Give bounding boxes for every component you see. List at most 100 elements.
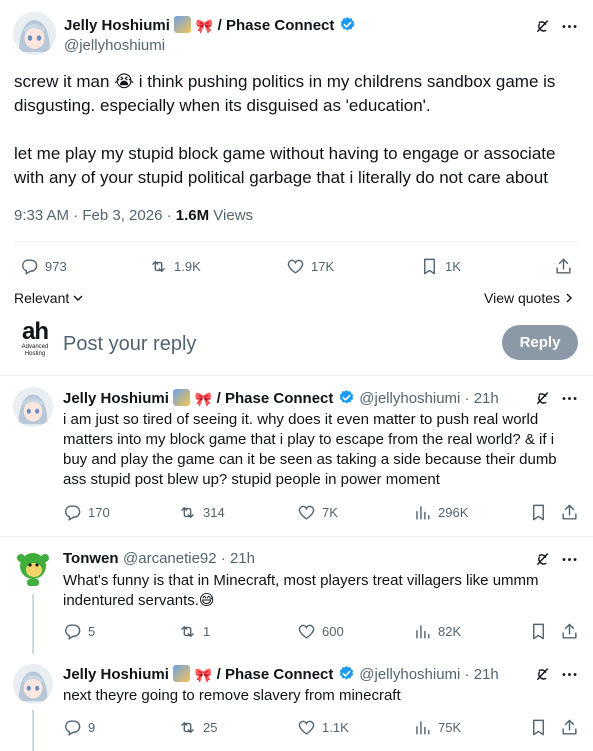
bookmark-icon[interactable] [529,503,548,527]
reply-count: 5 [88,624,96,639]
main-post-meta: 9:33 AM · Feb 3, 2026 · 1.6M Views [14,207,253,224]
share-icon[interactable] [560,503,579,527]
reply3-text: next theyre going to remove slavery from… [63,686,583,706]
reply1-author-row: Jelly Hoshiumi 🎀 / Phase Connect @jellyh… [63,389,499,408]
repost-button[interactable]: 1 [178,622,210,641]
main-handle[interactable]: @jellyhoshiumi [64,37,165,54]
view-quotes-link[interactable]: View quotes [484,290,574,306]
bookmark-button[interactable]: 1K [420,257,461,276]
like-icon [286,257,305,276]
reply-line: What's funny is that in Minecraft, most … [63,572,539,589]
main-post-line: screw it man 😭 i think pushing politics … [14,72,556,91]
share-icon[interactable] [554,257,573,281]
reply1-avatar[interactable] [13,387,53,427]
reply-line: ass stupid post blew up? stupid people i… [63,471,440,488]
like-button[interactable]: 600 [297,622,344,641]
sort-dropdown[interactable]: Relevant [14,290,83,306]
main-author-name[interactable]: Jelly Hoshiumi [64,17,170,34]
more-icon[interactable] [560,17,579,41]
bookmark-count: 1K [445,259,461,274]
logo-text: ah [21,318,49,345]
like-count: 17K [311,259,335,274]
reply-submit-button[interactable]: Reply [502,325,578,360]
like-button[interactable]: 7K [297,503,338,522]
verified-icon[interactable] [338,389,355,406]
reply-button[interactable]: 5 [63,622,95,641]
reply2-author-row: Tonwen @arcanetie92 · 21h [63,550,255,568]
views-button[interactable]: 75K [413,718,461,737]
repost-icon [178,503,197,522]
verified-icon[interactable] [338,665,355,682]
main-timestamp[interactable]: 9:33 AM · Feb 3, 2026 · [14,207,172,224]
reply-line: matters into my block game that i play t… [63,431,555,448]
reply-handle[interactable]: @arcanetie92 · 21h [123,550,255,567]
reply-count: 170 [88,505,110,520]
repost-icon [178,622,197,641]
reply3-avatar[interactable] [13,664,53,704]
views-button[interactable]: 82K [413,622,461,641]
reply-icon [63,503,82,522]
reply-button[interactable]: 170 [63,503,110,522]
reply-affiliation[interactable]: / Phase Connect [217,666,334,683]
like-count: 1.1K [322,720,349,735]
main-post-line: let me play my stupid block game without… [14,144,556,163]
reply-icon [63,622,82,641]
reply-author-name[interactable]: Jelly Hoshiumi [63,390,169,407]
like-button[interactable]: 1.1K [297,718,349,737]
bookmark-icon[interactable] [529,718,548,742]
affiliation-badge-icon[interactable] [174,16,192,33]
like-button[interactable]: 17K [286,257,334,276]
ribbon-icon: 🎀 [194,667,213,683]
reply-line: next theyre going to remove slavery from… [63,687,401,704]
reply-input[interactable]: Post your reply [63,333,196,356]
views-icon [413,718,432,737]
repost-button[interactable]: 1.9K [149,257,201,276]
chevron-down-icon [73,295,83,301]
affiliation-badge-icon[interactable] [173,665,191,682]
reply-handle[interactable]: @jellyhoshiumi · 21h [359,390,498,407]
thread-line [32,710,34,751]
main-avatar[interactable] [13,12,56,55]
verified-icon[interactable] [339,16,356,33]
avatar-image [13,548,53,588]
reply-author-name[interactable]: Jelly Hoshiumi [63,666,169,683]
reply-line: i am just so tired of seeing it. why doe… [63,411,539,428]
grok-icon[interactable] [533,17,552,41]
reply3-author-row: Jelly Hoshiumi 🎀 / Phase Connect @jellyh… [63,665,499,684]
reply2-avatar[interactable] [13,548,53,588]
reply-affiliation[interactable]: / Phase Connect [217,390,334,407]
main-post-line: disgusting. especially when its disguise… [14,96,431,115]
share-icon[interactable] [560,622,579,646]
share-icon[interactable] [560,718,579,742]
main-author-row: Jelly Hoshiumi 🎀 / Phase Connect [64,16,356,35]
logo-sub2: Hosting [24,351,46,357]
bookmark-icon[interactable] [529,622,548,646]
main-affiliation[interactable]: / Phase Connect [218,17,335,34]
reply-line: buy and play the game can it be seen as … [63,451,557,468]
views-count: 82K [438,624,462,639]
reply-button[interactable]: 9 [63,718,95,737]
avatar-image [13,12,56,55]
views-count: 75K [438,720,462,735]
like-icon [297,718,316,737]
affiliation-badge-icon[interactable] [173,389,191,406]
thread-line [32,594,34,654]
views-button[interactable]: 296K [413,503,468,522]
reply-author-name[interactable]: Tonwen [63,550,119,567]
chevron-right-icon [566,293,572,303]
bookmark-icon [420,257,439,276]
like-count: 7K [322,505,338,520]
reply-count: 973 [45,259,67,274]
reply-button[interactable]: 973 [20,257,67,276]
reply-icon [20,257,39,276]
divider [0,375,593,376]
sort-label: Relevant [14,290,70,306]
repost-button[interactable]: 25 [178,718,217,737]
like-icon [297,503,316,522]
like-icon [297,622,316,641]
reply-handle[interactable]: @jellyhoshiumi · 21h [359,666,498,683]
repost-count: 1.9K [174,259,201,274]
repost-icon [149,257,168,276]
main-post-text: screw it man 😭 i think pushing politics … [14,70,584,190]
repost-button[interactable]: 314 [178,503,225,522]
